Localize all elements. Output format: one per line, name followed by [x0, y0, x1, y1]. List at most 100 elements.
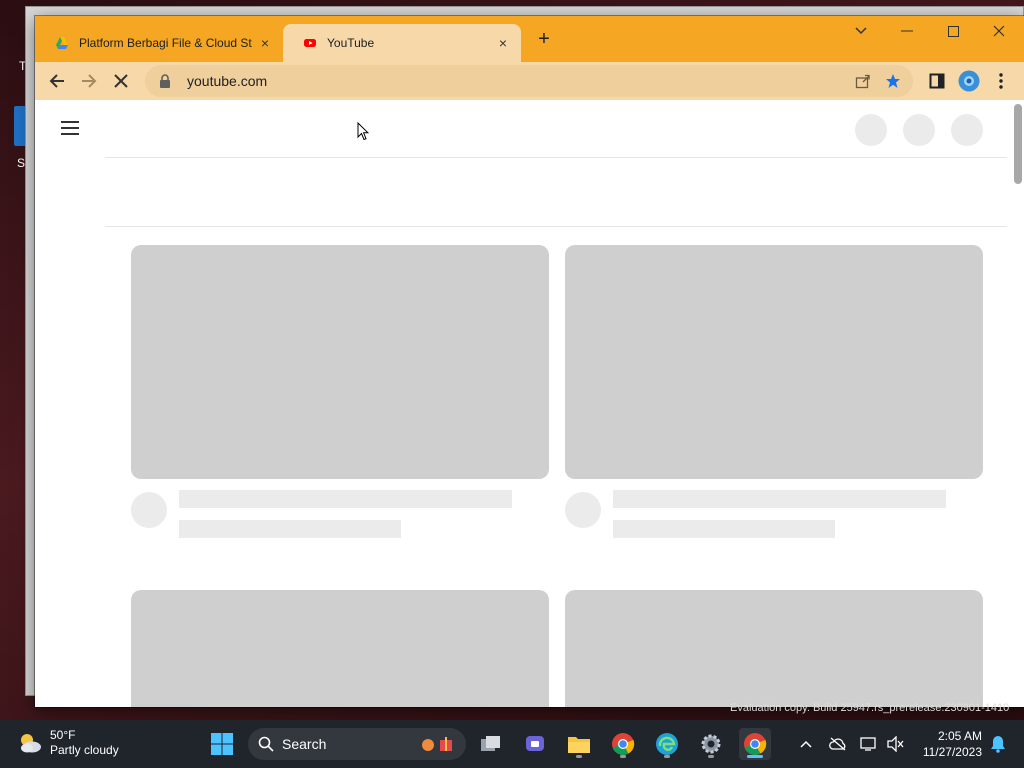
running-indicator	[664, 755, 670, 758]
taskbar-search[interactable]: Search	[248, 728, 466, 760]
minimize-button[interactable]	[884, 16, 930, 46]
header-placeholder-2	[903, 114, 935, 146]
edge-icon	[656, 733, 678, 755]
tab-youtube[interactable]: YouTube ×	[283, 24, 521, 62]
taskbar-chrome-active[interactable]	[739, 728, 771, 760]
forward-button[interactable]	[77, 69, 101, 93]
partly-cloudy-icon	[21, 734, 41, 753]
channel-avatar-placeholder	[131, 492, 167, 528]
volume-muted-icon	[887, 736, 904, 752]
header-placeholder-3	[951, 114, 983, 146]
notifications-button[interactable]	[986, 732, 1010, 756]
side-panel-icon	[929, 73, 945, 89]
tray-network[interactable]	[857, 732, 881, 756]
active-indicator	[747, 755, 763, 758]
search-highlight-icon	[422, 737, 452, 751]
taskbar-clock[interactable]: 2:05 AM 11/27/2023	[923, 728, 982, 760]
bookmark-star-icon[interactable]	[885, 73, 901, 89]
side-panel-button[interactable]	[925, 69, 949, 93]
video-thumbnail-placeholder[interactable]	[565, 245, 983, 479]
running-indicator	[620, 755, 626, 758]
maximize-button[interactable]	[930, 16, 976, 46]
channel-avatar-placeholder	[565, 492, 601, 528]
taskbar-chrome[interactable]	[607, 728, 639, 760]
show-hidden-icons-button[interactable]	[794, 732, 818, 756]
browser-toolbar: youtube.com	[35, 62, 1024, 100]
clock-time: 2:05 AM	[937, 729, 982, 743]
chrome-icon	[744, 733, 767, 755]
clock-date: 11/27/2023	[922, 745, 982, 759]
chrome-window: Platform Berbagi File & Cloud St × YouTu…	[35, 16, 1024, 707]
search-icon	[258, 736, 274, 752]
arrow-left-icon	[49, 74, 64, 88]
tab-search-button[interactable]	[838, 16, 884, 46]
tray-volume[interactable]	[883, 732, 907, 756]
video-thumbnail-placeholder[interactable]	[131, 590, 549, 707]
back-button[interactable]	[45, 69, 69, 93]
evaluation-watermark: Evaluation copy. Build 25947.rs_prerelea…	[730, 702, 1010, 714]
tab-title: YouTube	[327, 36, 375, 50]
running-indicator	[708, 755, 714, 758]
gear-icon	[701, 734, 721, 754]
task-view-button[interactable]	[475, 728, 507, 760]
cloud-offline-icon	[829, 737, 846, 751]
chrome-icon	[612, 733, 635, 755]
tab-close-button[interactable]: ×	[495, 35, 511, 51]
youtube-page	[35, 100, 1024, 707]
youtube-icon	[304, 39, 316, 47]
video-meta-placeholder	[179, 520, 401, 538]
tab-close-button[interactable]: ×	[257, 35, 273, 51]
mouse-cursor-icon	[357, 122, 369, 141]
close-icon	[114, 74, 128, 88]
running-indicator	[576, 755, 582, 758]
taskbar-teams-chat[interactable]	[519, 728, 551, 760]
lock-icon	[160, 74, 170, 88]
chevron-down-icon	[855, 27, 867, 35]
weather-temperature: 50°F	[50, 728, 76, 742]
tray-onedrive[interactable]	[826, 732, 850, 756]
windows-logo-icon	[211, 733, 233, 755]
profile-avatar-icon	[958, 70, 980, 92]
google-drive-icon	[56, 37, 68, 49]
header-placeholder-1	[855, 114, 887, 146]
new-tab-button[interactable]: +	[533, 28, 555, 50]
maximize-icon	[947, 25, 959, 37]
address-bar[interactable]: youtube.com	[145, 65, 913, 97]
close-window-button[interactable]	[976, 16, 1022, 46]
taskbar-edge[interactable]	[651, 728, 683, 760]
bell-icon	[991, 736, 1005, 753]
guide-menu-icon[interactable]	[61, 121, 79, 135]
chat-icon	[526, 736, 544, 751]
url-text: youtube.com	[187, 73, 268, 89]
video-title-placeholder	[179, 490, 512, 508]
video-meta-placeholder	[613, 520, 835, 538]
video-thumbnail-placeholder[interactable]	[131, 245, 549, 479]
chrome-menu-button[interactable]	[989, 69, 1013, 93]
tab-title: Platform Berbagi File & Cloud St	[79, 36, 252, 50]
weather-widget[interactable]: 50°F Partly cloudy	[16, 728, 119, 758]
tab-platform-berbagi[interactable]: Platform Berbagi File & Cloud St ×	[35, 24, 283, 62]
profile-avatar-button[interactable]	[957, 69, 981, 93]
stop-loading-button[interactable]	[109, 69, 133, 93]
taskbar-settings[interactable]	[695, 728, 727, 760]
start-button[interactable]	[206, 728, 238, 760]
more-vertical-icon	[999, 73, 1003, 89]
minimize-icon	[901, 30, 913, 32]
windows-taskbar: 50°F Partly cloudy Search 2:05 AM 11/27/…	[0, 720, 1024, 768]
network-icon	[860, 737, 876, 751]
video-thumbnail-placeholder[interactable]	[565, 590, 983, 707]
chevron-up-icon	[800, 740, 812, 748]
close-icon	[993, 25, 1005, 37]
header-divider	[105, 157, 1007, 158]
chips-divider	[105, 226, 1007, 227]
task-view-icon	[481, 736, 500, 751]
tab-strip: Platform Berbagi File & Cloud St × YouTu…	[35, 16, 1024, 62]
desktop-shortcut-label: S	[17, 156, 26, 170]
taskbar-file-explorer[interactable]	[563, 728, 595, 760]
share-icon[interactable]	[855, 73, 871, 89]
arrow-right-icon	[82, 74, 97, 88]
weather-description: Partly cloudy	[50, 743, 119, 757]
video-title-placeholder	[613, 490, 946, 508]
page-scrollbar[interactable]	[1014, 104, 1022, 184]
search-label: Search	[282, 736, 327, 752]
